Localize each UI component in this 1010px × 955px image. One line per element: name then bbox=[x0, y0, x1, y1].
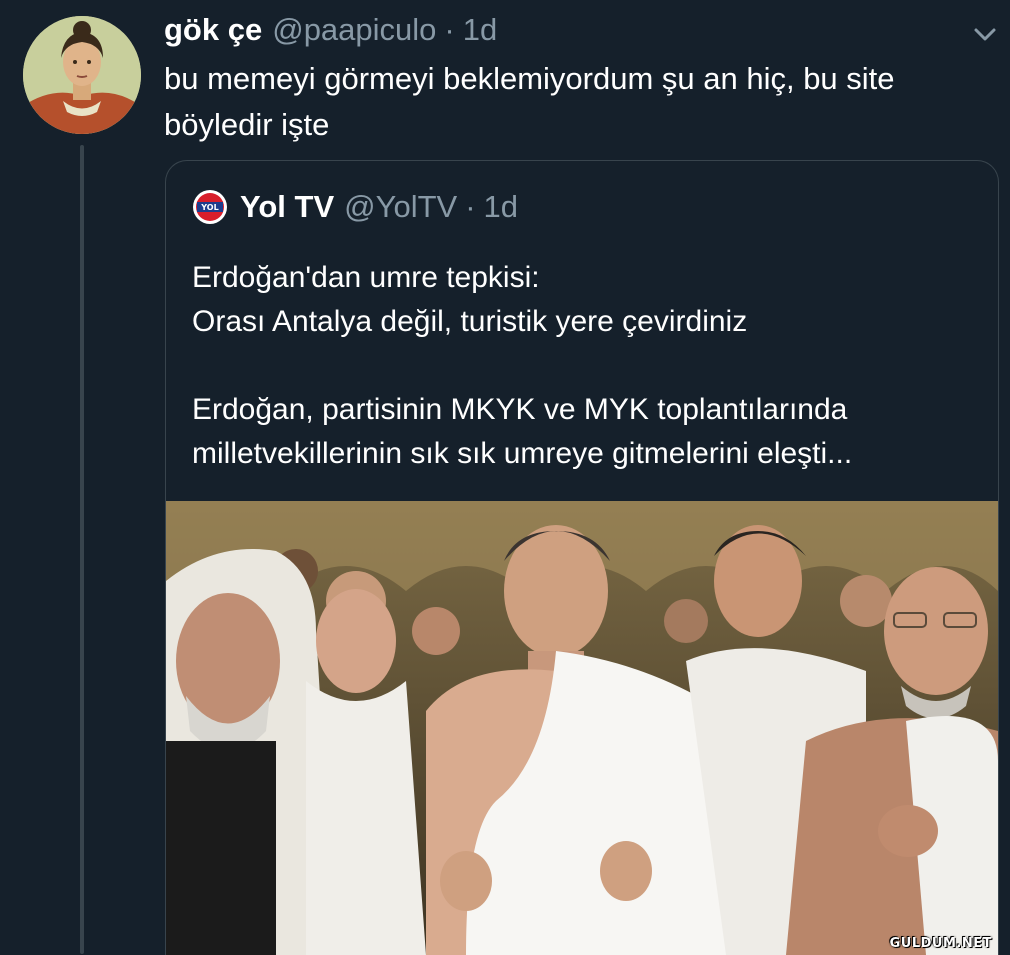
chevron-down-icon[interactable] bbox=[970, 22, 1000, 46]
tweet-text: bu memeyi görmeyi beklemiyordum şu an hi… bbox=[164, 61, 895, 142]
quoted-display-name[interactable]: Yol TV bbox=[240, 189, 334, 225]
quoted-tweet-card[interactable]: YOL Yol TV @YolTV · 1d Erdoğan'dan umre … bbox=[165, 160, 999, 955]
display-name[interactable]: gök çe bbox=[164, 12, 262, 48]
quoted-tweet-photo[interactable]: GULDUM.NET bbox=[166, 501, 998, 955]
avatar-image bbox=[23, 16, 141, 134]
yoltv-logo-icon: YOL bbox=[193, 190, 227, 224]
watermark: GULDUM.NET bbox=[889, 936, 992, 951]
thread-line bbox=[80, 145, 84, 954]
quoted-tweet-text: Erdoğan'dan umre tepkisi: Orası Antalya … bbox=[192, 256, 982, 476]
timestamp[interactable]: 1d bbox=[463, 12, 497, 48]
quoted-separator-dot: · bbox=[465, 189, 476, 224]
photo-illustration bbox=[166, 501, 998, 955]
user-handle[interactable]: @paapiculo bbox=[272, 12, 436, 48]
quoted-timestamp[interactable]: 1d bbox=[484, 189, 518, 225]
quoted-tweet-header: YOL Yol TV @YolTV · 1d bbox=[192, 187, 518, 227]
avatar[interactable] bbox=[23, 16, 141, 134]
quoted-text-line-3: Erdoğan, partisinin MKYK ve MYK toplantı… bbox=[192, 393, 853, 470]
logo-text: YOL bbox=[200, 203, 218, 212]
tweet-header: gök çe @paapiculo · 1d bbox=[164, 12, 497, 52]
quoted-text-line-1: Erdoğan'dan umre tepkisi: bbox=[192, 261, 540, 294]
quoted-user-handle[interactable]: @YolTV bbox=[344, 189, 457, 225]
separator-dot: · bbox=[444, 12, 455, 47]
quoted-text-line-2: Orası Antalya değil, turistik yere çevir… bbox=[192, 305, 748, 338]
